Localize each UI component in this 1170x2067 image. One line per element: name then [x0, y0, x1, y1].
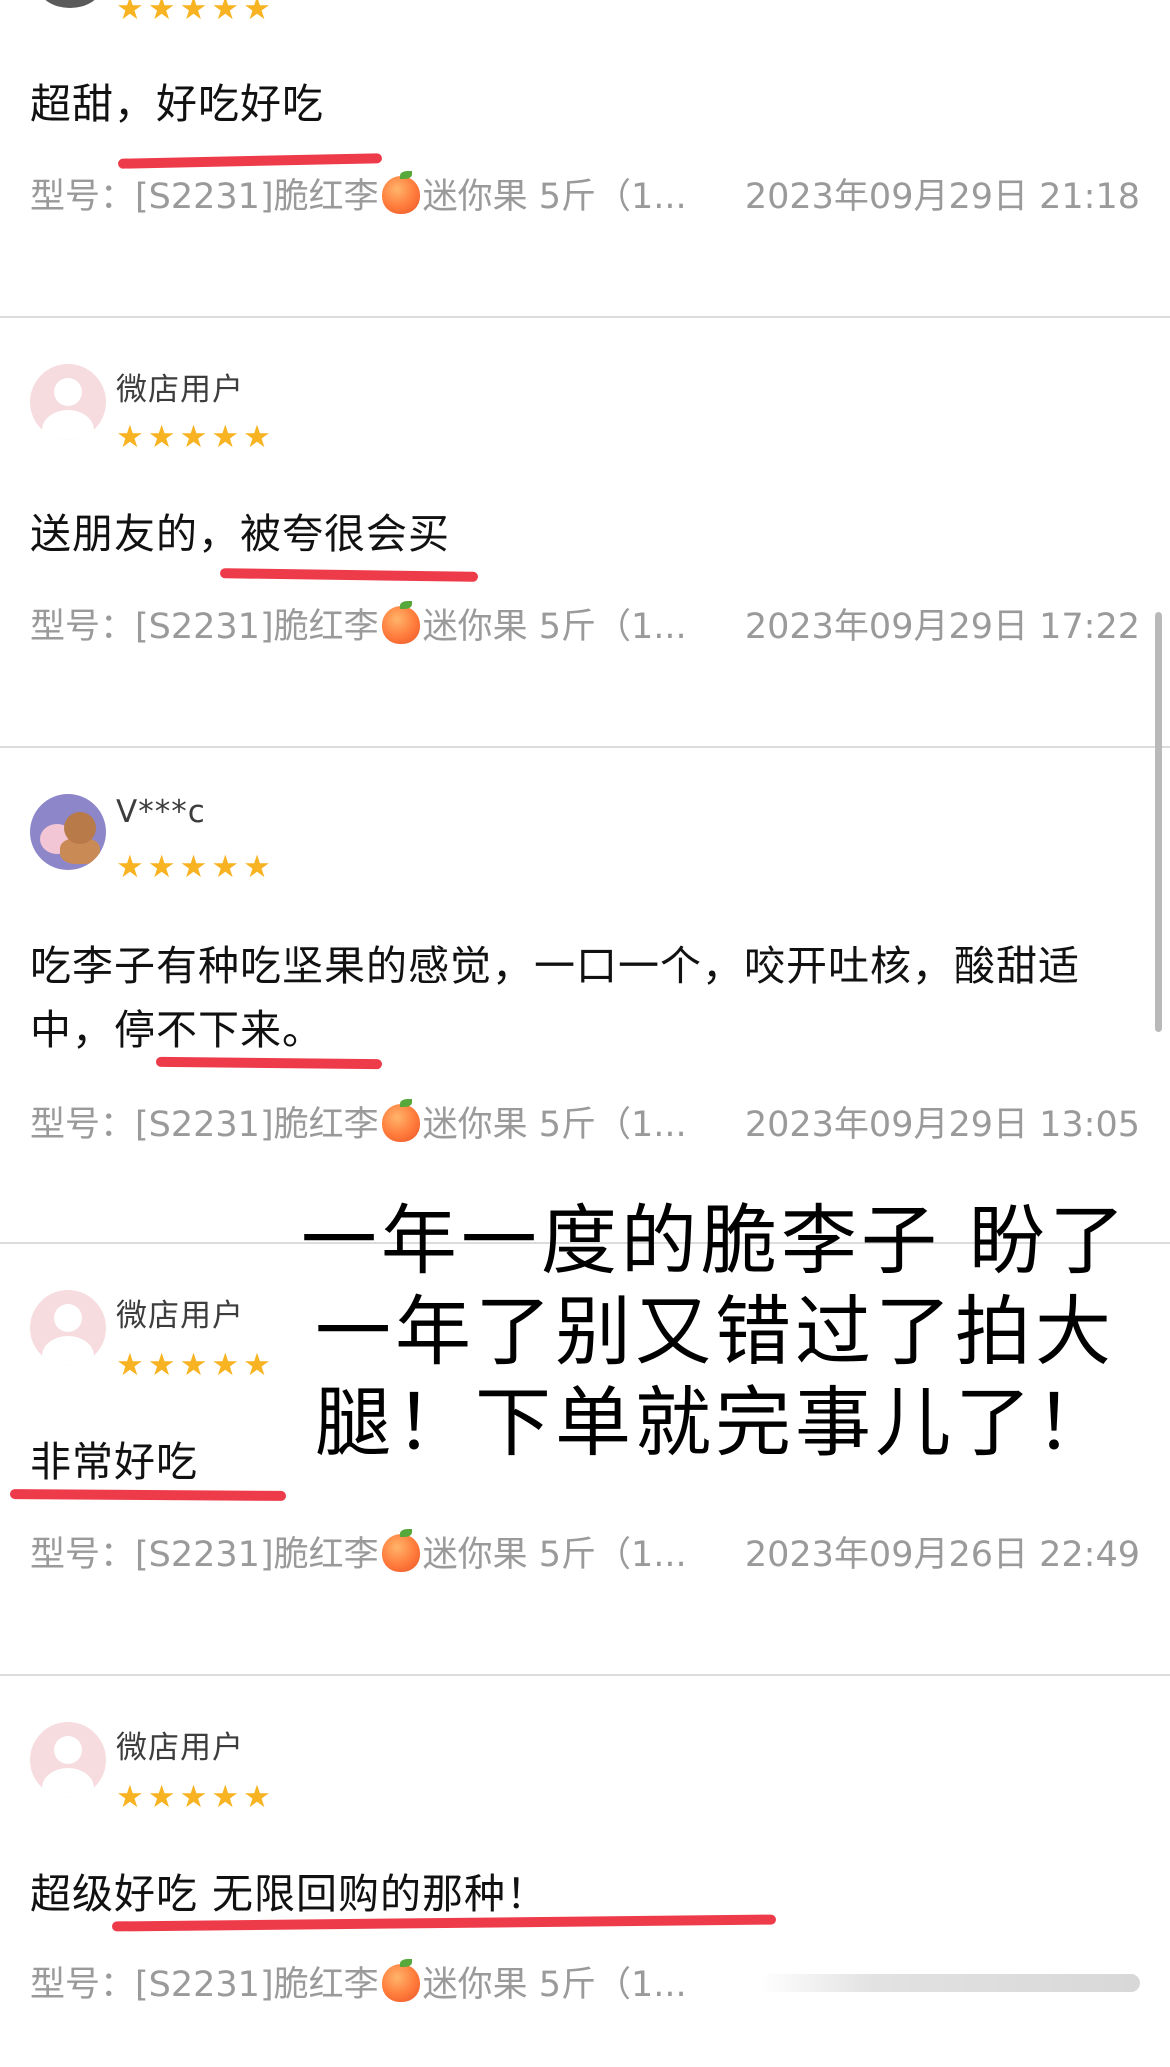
- default-avatar-icon[interactable]: [30, 1722, 106, 1798]
- scrollbar[interactable]: [1155, 612, 1162, 1032]
- model-info[interactable]: 型号：[S2231]脆红李 迷你果 5斤（1...: [30, 598, 687, 649]
- model-suffix: 迷你果 5斤（1...: [422, 1965, 687, 2005]
- promo-overlay-text: 一年一度的脆李子 盼了 一年了别又错过了拍大 腿！下单就完事儿了！: [300, 1195, 1130, 1468]
- model-suffix: 迷你果 5斤（1...: [422, 1105, 687, 1145]
- star-rating: ★★★★★: [116, 1347, 275, 1383]
- peach-icon: [381, 1529, 420, 1572]
- review-comment: 送朋友的，被夸很会买: [30, 510, 450, 558]
- peach-icon: [381, 1959, 420, 2002]
- reviewer-name: 微店用户: [116, 1298, 244, 1334]
- bear-bunny-avatar[interactable]: [30, 794, 106, 870]
- reviewer-name: V***c: [116, 794, 206, 830]
- reviewer-name: 微店用户: [116, 372, 244, 408]
- review-divider: [0, 746, 1170, 748]
- model-label: 型号：[S2231]脆红李: [30, 1105, 379, 1145]
- peach-icon: [381, 1099, 420, 1142]
- model-suffix: 迷你果 5斤（1...: [422, 1535, 687, 1575]
- highlight-underline: [117, 153, 383, 169]
- model-label: 型号：[S2231]脆红李: [30, 177, 379, 217]
- default-avatar-icon[interactable]: [30, 1290, 106, 1366]
- highlight-underline: [219, 568, 479, 582]
- peach-icon: [381, 171, 420, 214]
- star-rating: ★★★★★: [116, 849, 275, 885]
- review-date: 2023年09月29日 21:18: [744, 177, 1140, 217]
- peach-icon: [381, 601, 420, 644]
- review-date: 2023年09月26日 22:49: [744, 1535, 1140, 1575]
- model-label: 型号：[S2231]脆红李: [30, 1535, 379, 1575]
- highlight-underline: [155, 1056, 383, 1070]
- model-info[interactable]: 型号：[S2231]脆红李 迷你果 5斤（1...: [30, 1526, 687, 1577]
- review-date: 2023年09月29日 17:22: [744, 607, 1140, 647]
- avatar[interactable]: [40, 0, 100, 8]
- review-divider: [0, 316, 1170, 318]
- default-avatar-icon[interactable]: [30, 364, 106, 440]
- bear-head: [64, 812, 96, 844]
- review-list-page: ★★★★★ 超甜，好吃好吃 型号：[S2231]脆红李 迷你果 5斤（1... 2…: [0, 0, 1170, 2067]
- star-rating: ★★★★★: [116, 0, 275, 27]
- model-label: 型号：[S2231]脆红李: [30, 1965, 379, 2005]
- star-rating: ★★★★★: [116, 1779, 275, 1815]
- model-suffix: 迷你果 5斤（1...: [422, 607, 687, 647]
- review-meta: 型号：[S2231]脆红李 迷你果 5斤（1... 2023年09月29日 17:…: [30, 598, 1140, 648]
- overlay-line: 腿！下单就完事儿了！: [315, 1378, 1115, 1467]
- review-meta: 型号：[S2231]脆红李 迷你果 5斤（1... 2023年09月29日 13:…: [30, 1096, 1140, 1146]
- review-comment: 吃李子有种吃坚果的感觉，一口一个，咬开吐核，酸甜适中，停不下来。: [30, 942, 1080, 1054]
- review-divider: [0, 1674, 1170, 1676]
- review-meta: 型号：[S2231]脆红李 迷你果 5斤（1... 2023年09月29日 21:…: [30, 168, 1140, 218]
- model-label: 型号：[S2231]脆红李: [30, 607, 379, 647]
- overlay-line: 一年一度的脆李子 盼了: [300, 1196, 1130, 1285]
- review-meta: 型号：[S2231]脆红李 迷你果 5斤（1... 2023年09月26日 22:…: [30, 1526, 1140, 1576]
- model-info[interactable]: 型号：[S2231]脆红李 迷你果 5斤（1...: [30, 168, 687, 219]
- star-rating: ★★★★★: [116, 419, 275, 455]
- blurred-date: [760, 1974, 1140, 1992]
- overlay-line: 一年了别又错过了拍大: [315, 1287, 1115, 1376]
- model-info[interactable]: 型号：[S2231]脆红李 迷你果 5斤（1...: [30, 1096, 687, 1147]
- review-comment: 超甜，好吃好吃: [30, 80, 324, 128]
- review-date: 2023年09月29日 13:05: [744, 1105, 1140, 1145]
- model-suffix: 迷你果 5斤（1...: [422, 177, 687, 217]
- reviewer-name: 微店用户: [116, 1730, 244, 1766]
- model-info[interactable]: 型号：[S2231]脆红李 迷你果 5斤（1...: [30, 1956, 687, 2007]
- highlight-underline: [9, 1489, 287, 1501]
